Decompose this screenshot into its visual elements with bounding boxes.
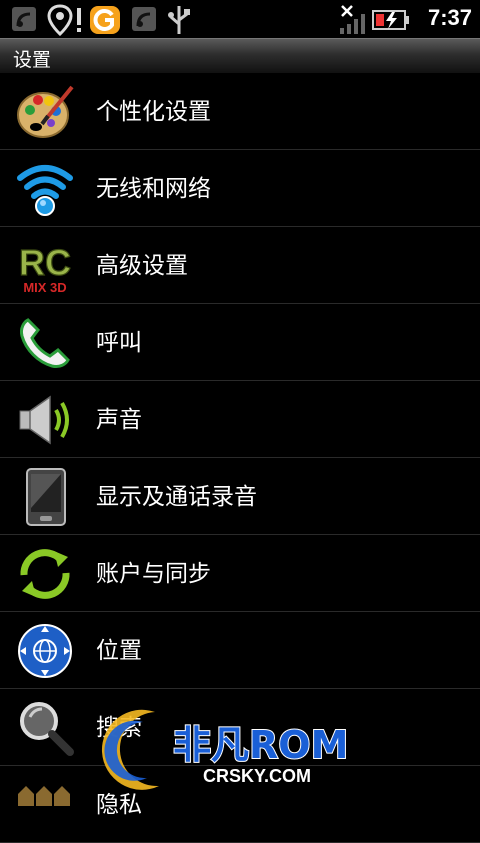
usb-icon xyxy=(168,6,190,34)
settings-item-label: 搜索 xyxy=(96,715,142,741)
globe-location-icon xyxy=(18,624,72,678)
settings-item-label: 高级设置 xyxy=(96,253,188,279)
satellite-icon xyxy=(12,7,36,31)
privacy-icon xyxy=(18,786,70,806)
settings-item-accounts-sync[interactable]: 账户与同步 xyxy=(0,535,480,612)
device-display-icon xyxy=(26,468,66,526)
mix-logo-text: MIX 3D xyxy=(23,280,66,295)
signal-off-icon xyxy=(340,5,365,34)
sync-icon xyxy=(20,549,70,599)
status-bar: 7:37 xyxy=(0,0,480,38)
location-alert-icon xyxy=(47,4,81,36)
settings-item-advanced[interactable]: RC MIX 3D 高级设置 xyxy=(0,227,480,304)
page-title: 设置 xyxy=(13,49,52,71)
wifi-icon xyxy=(17,165,73,216)
settings-item-label: 无线和网络 xyxy=(96,176,211,202)
settings-item-sound[interactable]: 声音 xyxy=(0,381,480,458)
settings-item-label: 呼叫 xyxy=(96,330,142,356)
settings-item-label: 位置 xyxy=(96,638,142,664)
battery-charging-icon xyxy=(372,10,409,30)
magnifier-icon xyxy=(20,702,74,756)
settings-item-label: 账户与同步 xyxy=(96,561,211,587)
speaker-icon xyxy=(19,395,69,445)
clock: 7:37 xyxy=(427,5,472,30)
rc-logo-text: RC xyxy=(19,242,71,283)
rc-mix-logo-icon: RC MIX 3D xyxy=(18,241,71,295)
satellite-icon xyxy=(132,7,156,31)
settings-item-label: 隐私 xyxy=(96,792,142,818)
settings-item-wireless[interactable]: 无线和网络 xyxy=(0,150,480,227)
settings-item-location[interactable]: 位置 xyxy=(0,612,480,689)
app-notification-icon xyxy=(90,6,120,34)
title-bar: 设置 xyxy=(0,38,480,73)
settings-item-call[interactable]: 呼叫 xyxy=(0,304,480,381)
settings-item-display[interactable]: 显示及通话录音 xyxy=(0,458,480,535)
settings-item-label: 个性化设置 xyxy=(96,99,211,125)
palette-icon xyxy=(17,85,74,138)
settings-item-label: 声音 xyxy=(96,407,142,433)
phone-icon xyxy=(20,318,70,368)
settings-list: 个性化设置 无线和网络 RC MIX 3D 高级设置 呼叫 声音 显示及通话录音… xyxy=(0,73,480,843)
settings-item-search[interactable]: 搜索 xyxy=(0,689,480,766)
settings-item-personalize[interactable]: 个性化设置 xyxy=(0,73,480,150)
settings-item-privacy[interactable]: 隐私 xyxy=(0,766,480,843)
settings-item-label: 显示及通话录音 xyxy=(96,484,257,510)
